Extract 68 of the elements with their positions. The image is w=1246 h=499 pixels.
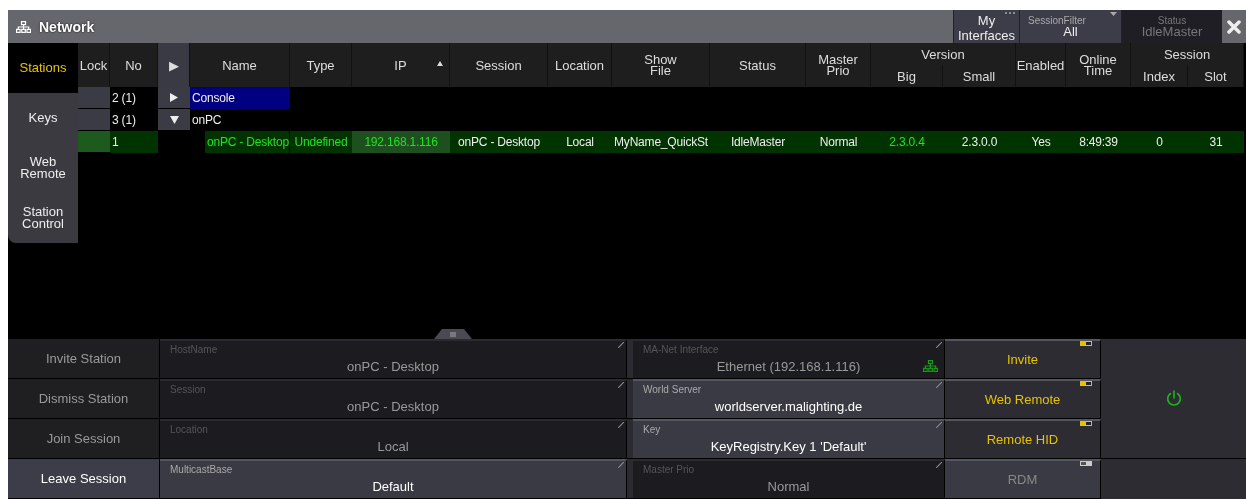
input-field[interactable]: World Server worldserver.malighting.de xyxy=(633,379,945,419)
column-header[interactable]: IP xyxy=(352,43,450,87)
column-header[interactable]: Session xyxy=(450,43,548,87)
column-header[interactable]: Lock xyxy=(78,43,110,87)
column-header: Version xyxy=(871,43,1016,65)
table-cell: IdleMaster xyxy=(710,131,806,153)
edit-corner-icon xyxy=(936,342,942,348)
network-icon xyxy=(923,360,938,372)
window-title: Network xyxy=(39,18,95,35)
edit-corner-icon xyxy=(618,382,624,388)
table-cell: MyName_QuickSt xyxy=(612,131,710,153)
action-button[interactable]: Leave Session xyxy=(8,459,160,499)
edit-corner-icon xyxy=(618,422,624,428)
table-cell: Undefined xyxy=(290,131,352,153)
column-header[interactable]: Name xyxy=(190,43,290,87)
edit-corner-icon xyxy=(936,462,942,468)
column-header[interactable]: Big xyxy=(871,65,943,87)
column-header[interactable]: Enabled xyxy=(1016,43,1066,87)
close-icon xyxy=(1227,19,1241,34)
column-header[interactable]: ▶ xyxy=(158,43,190,87)
toggle-button[interactable]: Web Remote xyxy=(945,379,1101,419)
tab[interactable]: Station Control xyxy=(8,193,78,243)
table-cell: 2.3.0.0 xyxy=(943,131,1016,153)
group-name[interactable]: Console xyxy=(190,87,290,109)
group-name[interactable]: onPC xyxy=(190,109,290,131)
column-header[interactable]: Show File xyxy=(612,43,710,87)
table-cell: 192.168.1.116 xyxy=(352,131,450,153)
table-cell: onPC - Desktop xyxy=(205,131,290,153)
column-header[interactable]: Online Time xyxy=(1066,43,1131,87)
table-cell: 31 xyxy=(1188,131,1244,153)
table-cell: 0 xyxy=(1131,131,1188,153)
tab[interactable]: Keys xyxy=(8,93,78,143)
status-display: Status IdleMaster xyxy=(1121,10,1222,43)
edit-corner-icon xyxy=(618,462,624,468)
column-header[interactable]: Slot xyxy=(1188,65,1244,87)
caret-icon xyxy=(1110,12,1117,16)
column-header[interactable]: Small xyxy=(943,65,1016,87)
column-header: Session xyxy=(1131,43,1244,65)
table-cell: Yes xyxy=(1016,131,1066,153)
input-field[interactable]: Key KeyRegistry.Key 1 'Default' xyxy=(633,419,945,459)
sort-ascending-icon xyxy=(437,61,443,66)
input-field[interactable]: MulticastBase Default xyxy=(160,459,627,499)
edit-corner-icon xyxy=(936,382,942,388)
table-cell: Normal xyxy=(806,131,871,153)
table-cell: 8:49:39 xyxy=(1066,131,1131,153)
collapse-arrow-icon[interactable] xyxy=(169,115,179,124)
column-header[interactable]: Status xyxy=(710,43,806,87)
table-cell: 2.3.0.4 xyxy=(871,131,943,153)
tab[interactable]: Web Remote xyxy=(8,143,78,193)
column-header[interactable]: Type xyxy=(290,43,352,87)
column-header[interactable]: No xyxy=(110,43,158,87)
network-icon xyxy=(16,20,31,33)
expand-arrow-icon[interactable] xyxy=(170,93,178,102)
toggle-button[interactable]: Invite xyxy=(945,339,1101,379)
toggle-button[interactable]: Remote HID xyxy=(945,419,1101,459)
table-cell: onPC - Desktop xyxy=(450,131,548,153)
grip-handle-icon xyxy=(434,329,472,339)
edit-corner-icon xyxy=(936,422,942,428)
edit-corner-icon xyxy=(618,342,624,348)
column-header[interactable]: Index xyxy=(1131,65,1188,87)
my-interfaces-button[interactable]: My Interfaces xyxy=(953,10,1019,43)
column-header[interactable]: Master Prio xyxy=(806,43,871,87)
row-number: 3 (1) xyxy=(111,112,137,129)
session-filter-dropdown[interactable]: SessionFilter All xyxy=(1019,10,1121,43)
row-number: 1 xyxy=(110,131,158,153)
table-cell: Local xyxy=(548,131,612,153)
row-number: 2 (1) xyxy=(111,90,137,107)
column-header[interactable]: Location xyxy=(548,43,612,87)
